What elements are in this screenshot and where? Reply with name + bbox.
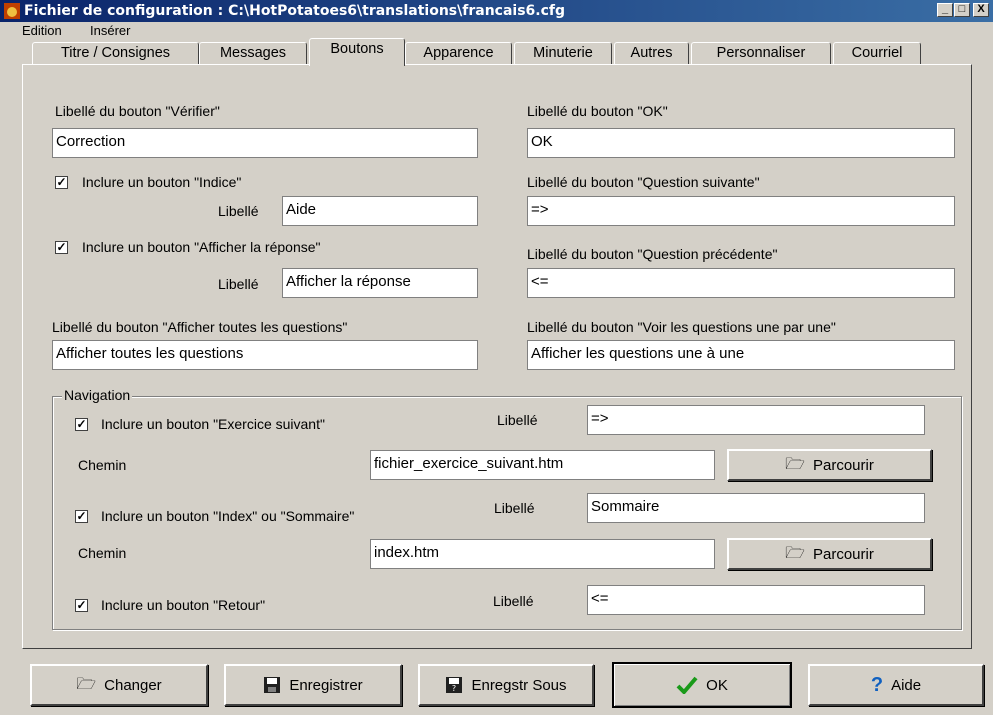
index-libelle-label: Libellé — [494, 500, 535, 516]
ok-button-label: OK — [706, 676, 728, 694]
tab-autres[interactable]: Autres — [614, 42, 689, 64]
floppy-disk-icon — [264, 677, 281, 693]
verifier-input[interactable]: Correction — [52, 128, 478, 158]
folder-open-icon: 🗁 — [76, 676, 97, 693]
tab-boutons[interactable]: Boutons — [309, 38, 405, 66]
green-check-icon — [676, 676, 698, 694]
tab-personnaliser[interactable]: Personnaliser — [691, 42, 831, 64]
question-suivante-input[interactable]: => — [527, 196, 955, 226]
parcourir2-button[interactable]: 🗁 Parcourir — [727, 538, 932, 570]
exercice-suivant-checkbox[interactable]: ✓ — [75, 418, 88, 431]
retour-check-label[interactable]: Inclure un bouton "Retour" — [101, 596, 265, 614]
retour-checkbox[interactable]: ✓ — [75, 599, 88, 612]
parcourir2-label: Parcourir — [812, 545, 874, 563]
changer-label: Changer — [104, 676, 162, 694]
question-suivante-label: Libellé du bouton "Question suivante" — [527, 174, 760, 190]
tab-courriel[interactable]: Courriel — [833, 42, 921, 64]
parcourir1-button[interactable]: 🗁 Parcourir — [727, 449, 932, 481]
tab-minuterie[interactable]: Minuterie — [514, 42, 612, 64]
exercice-suivant-check-label[interactable]: Inclure un bouton "Exercice suivant" — [101, 415, 325, 433]
parcourir1-label: Parcourir — [812, 456, 874, 474]
ok-label: Libellé du bouton "OK" — [527, 103, 668, 119]
chemin1-label: Chemin — [78, 457, 127, 473]
folder-open-icon: 🗁 — [785, 545, 805, 562]
help-question-icon: ? — [870, 674, 884, 696]
menu-bar — [0, 22, 993, 40]
exercice-libelle-label: Libellé — [497, 412, 538, 428]
une-par-une-label: Libellé du bouton "Voir les questions un… — [527, 319, 836, 335]
folder-open-icon: 🗁 — [785, 456, 805, 473]
enregistrer-button[interactable]: Enregistrer — [224, 664, 402, 706]
ok-button[interactable]: OK — [612, 662, 792, 708]
afficher-reponse-check-label[interactable]: Inclure un bouton "Afficher la réponse" — [82, 238, 321, 256]
menu-edition[interactable]: Edition — [22, 23, 62, 39]
toutes-questions-input[interactable]: Afficher toutes les questions — [52, 340, 478, 370]
question-precedente-label: Libellé du bouton "Question précédente" — [527, 246, 778, 262]
svg-text:?: ? — [452, 684, 456, 693]
enregistrer-sous-button[interactable]: ? Enregstr Sous — [418, 664, 594, 706]
une-par-une-input[interactable]: Afficher les questions une à une — [527, 340, 955, 370]
indice-input[interactable]: Aide — [282, 196, 478, 226]
menu-inserer[interactable]: Insérer — [90, 23, 130, 39]
tab-messages[interactable]: Messages — [199, 42, 307, 64]
changer-button[interactable]: 🗁 Changer — [30, 664, 208, 706]
enregistrer-label: Enregistrer — [289, 676, 363, 694]
aide-button[interactable]: ? Aide — [808, 664, 984, 706]
indice-libelle-label: Libellé — [218, 203, 259, 219]
retour-libelle-input[interactable]: <= — [587, 585, 925, 615]
app-icon — [4, 3, 20, 19]
tab-titre-consignes[interactable]: Titre / Consignes — [32, 42, 199, 64]
exercice-libelle-input[interactable]: => — [587, 405, 925, 435]
navigation-group-title: Navigation — [62, 386, 133, 404]
tab-apparence[interactable]: Apparence — [405, 42, 512, 64]
enregistrer-sous-label: Enregstr Sous — [471, 676, 567, 694]
minimize-button[interactable]: _ — [937, 3, 953, 17]
verifier-label: Libellé du bouton "Vérifier" — [55, 103, 220, 119]
afficher-reponse-libelle-label: Libellé — [218, 276, 259, 292]
index-check-label[interactable]: Inclure un bouton "Index" ou "Sommaire" — [101, 507, 354, 525]
indice-check-label[interactable]: Inclure un bouton "Indice" — [82, 173, 241, 191]
save-as-icon: ? — [446, 677, 463, 693]
retour-libelle-label: Libellé — [493, 593, 534, 609]
maximize-button[interactable]: □ — [954, 3, 970, 17]
ok-input[interactable]: OK — [527, 128, 955, 158]
chemin1-input[interactable]: fichier_exercice_suivant.htm — [370, 450, 715, 480]
window-title: Fichier de configuration : C:\HotPotatoe… — [24, 3, 566, 19]
close-button[interactable]: X — [973, 3, 989, 17]
afficher-reponse-input[interactable]: Afficher la réponse — [282, 268, 478, 298]
toutes-questions-label: Libellé du bouton "Afficher toutes les q… — [52, 319, 348, 335]
chemin2-label: Chemin — [78, 545, 127, 561]
afficher-reponse-checkbox[interactable]: ✓ — [55, 241, 68, 254]
index-libelle-input[interactable]: Sommaire — [587, 493, 925, 523]
aide-label: Aide — [891, 676, 922, 694]
question-precedente-input[interactable]: <= — [527, 268, 955, 298]
indice-checkbox[interactable]: ✓ — [55, 176, 68, 189]
chemin2-input[interactable]: index.htm — [370, 539, 715, 569]
index-checkbox[interactable]: ✓ — [75, 510, 88, 523]
